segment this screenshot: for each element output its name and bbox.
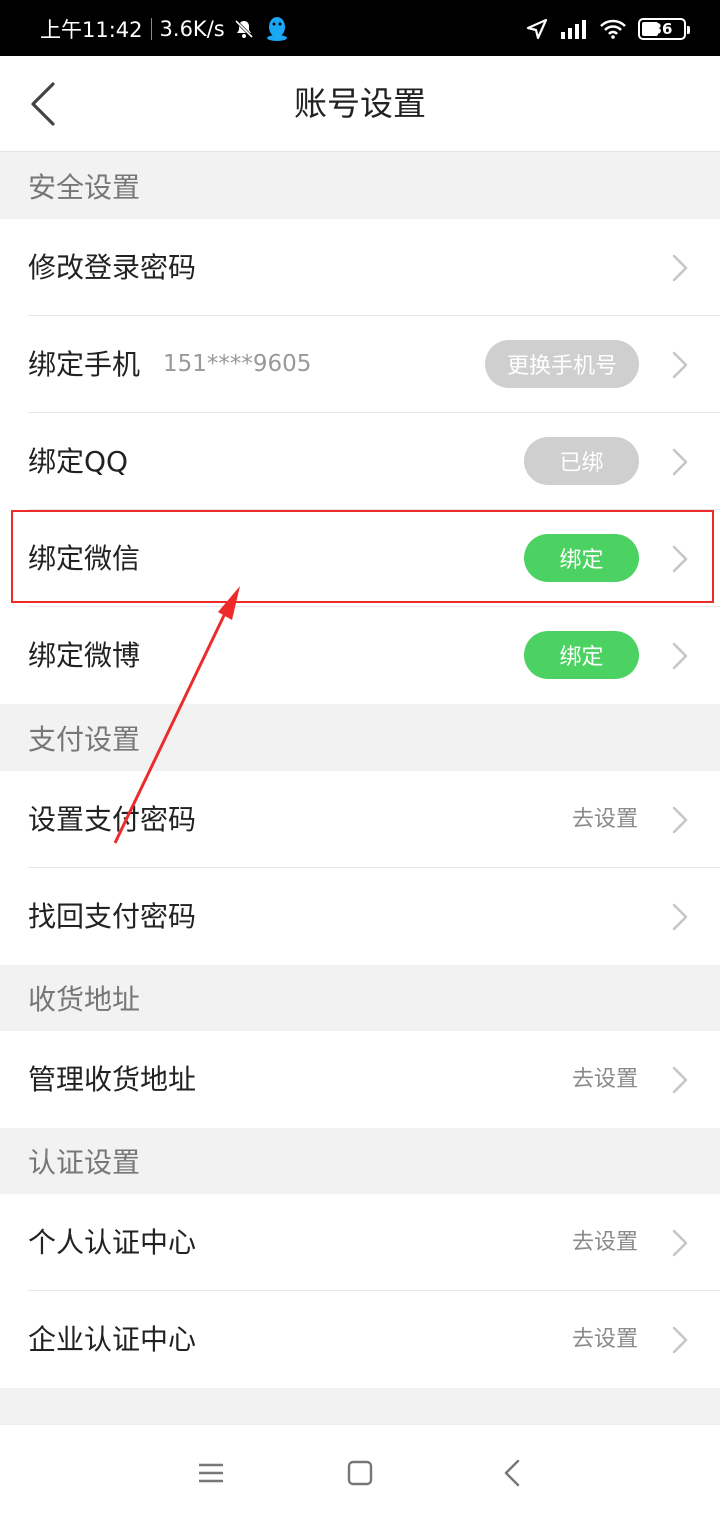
status-left: 上午11:42 3.6K/s: [40, 14, 289, 44]
status-bar: 上午11:42 3.6K/s 36: [0, 0, 720, 56]
home-button[interactable]: [340, 1453, 380, 1493]
row-enterprise-certification[interactable]: 企业认证中心 去设置: [0, 1291, 720, 1388]
chevron-right-icon: [672, 351, 688, 379]
section-header-payment: 支付设置: [0, 704, 720, 771]
status-separator: [150, 18, 152, 40]
row-bind-qq[interactable]: 绑定QQ 已绑: [0, 413, 720, 510]
row-bind-phone[interactable]: 绑定手机 151****9605 更换手机号: [0, 316, 720, 413]
row-label: 修改登录密码: [28, 251, 197, 284]
chevron-right-icon: [672, 806, 688, 834]
chevron-right-icon: [672, 903, 688, 931]
row-hint: 去设置: [571, 1327, 638, 1352]
location-arrow-icon: [526, 18, 548, 40]
phone-number: 151****9605: [163, 351, 312, 377]
chevron-right-icon: [672, 642, 688, 670]
battery-percent: 36: [651, 20, 673, 38]
row-change-login-password[interactable]: 修改登录密码: [0, 219, 720, 316]
row-set-pay-password[interactable]: 设置支付密码 去设置: [0, 771, 720, 868]
row-hint: 去设置: [571, 807, 638, 832]
signal-icon: [560, 19, 588, 39]
qq-penguin-icon: [265, 15, 289, 43]
status-time: 上午11:42: [40, 18, 143, 42]
section-header-address: 收货地址: [0, 965, 720, 1031]
row-label: 绑定手机: [28, 348, 141, 381]
chevron-right-icon: [672, 1326, 688, 1354]
system-navigation-bar: [0, 1424, 720, 1520]
row-label: 绑定微博: [28, 639, 141, 672]
row-bind-weibo[interactable]: 绑定微博 绑定: [0, 607, 720, 704]
row-hint: 去设置: [571, 1230, 638, 1255]
section-header-certification: 认证设置: [0, 1128, 720, 1194]
change-phone-button[interactable]: 更换手机号: [485, 340, 639, 388]
chevron-right-icon: [672, 1066, 688, 1094]
system-back-button[interactable]: [492, 1453, 532, 1493]
battery-icon: 36: [638, 18, 690, 40]
row-label: 管理收货地址: [28, 1063, 197, 1096]
row-label: 绑定QQ: [28, 445, 129, 478]
row-label: 设置支付密码: [28, 803, 197, 836]
row-manage-address[interactable]: 管理收货地址 去设置: [0, 1031, 720, 1128]
bind-weibo-button[interactable]: 绑定: [524, 631, 639, 679]
network-speed: 3.6K/s: [159, 17, 225, 41]
home-square-icon: [347, 1460, 373, 1486]
row-label: 个人认证中心: [28, 1226, 197, 1259]
back-triangle-icon: [504, 1459, 520, 1487]
menu-icon: [199, 1463, 223, 1483]
annotation-highlight-box: [11, 510, 714, 603]
row-hint: 去设置: [571, 1067, 638, 1092]
chevron-right-icon: [672, 1229, 688, 1257]
section-header-security: 安全设置: [0, 153, 720, 219]
qq-bound-badge: 已绑: [524, 437, 639, 485]
navigation-bar: 账号设置: [0, 56, 720, 152]
mute-bell-icon: [233, 18, 255, 40]
chevron-right-icon: [672, 448, 688, 476]
chevron-right-icon: [672, 254, 688, 282]
status-right: 36: [526, 14, 690, 44]
menu-button[interactable]: [191, 1453, 231, 1493]
page-title: 账号设置: [294, 84, 426, 123]
row-personal-certification[interactable]: 个人认证中心 去设置: [0, 1194, 720, 1291]
wifi-icon: [600, 19, 626, 39]
row-label: 找回支付密码: [28, 900, 197, 933]
row-label: 企业认证中心: [28, 1323, 197, 1356]
row-recover-pay-password[interactable]: 找回支付密码: [0, 868, 720, 965]
